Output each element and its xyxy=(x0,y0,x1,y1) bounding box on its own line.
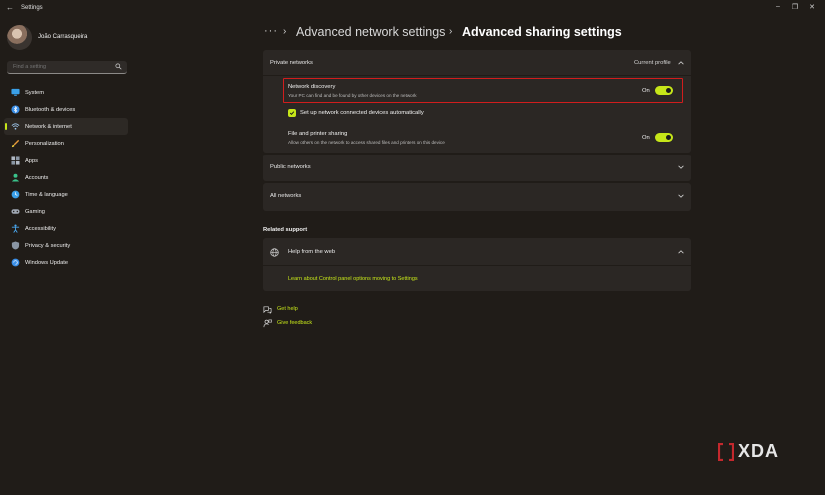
sidebar-item-gaming[interactable]: Gaming xyxy=(4,203,128,220)
sidebar-item-privacy-security[interactable]: Privacy & security xyxy=(4,237,128,254)
wifi-icon xyxy=(11,122,20,131)
search-box[interactable] xyxy=(7,61,127,74)
checkmark-icon xyxy=(289,111,295,116)
sidebar-item-system[interactable]: System xyxy=(4,84,128,101)
sidebar-item-network[interactable]: Network & internet xyxy=(4,118,128,135)
globe-clock-icon xyxy=(11,190,20,199)
sidebar-item-label: Bluetooth & devices xyxy=(25,106,76,113)
auto-setup-checkbox[interactable] xyxy=(288,109,296,117)
avatar[interactable] xyxy=(7,25,32,50)
sidebar-item-accessibility[interactable]: Accessibility xyxy=(4,220,128,237)
all-networks-panel[interactable]: All networks xyxy=(263,183,691,211)
highlight-box xyxy=(283,78,683,103)
chevron-down-icon[interactable] xyxy=(677,163,685,171)
sidebar-item-windows-update[interactable]: Windows Update xyxy=(4,254,128,271)
sidebar-item-label: Personalization xyxy=(25,140,64,147)
bluetooth-icon xyxy=(11,105,20,114)
brush-icon xyxy=(11,139,20,148)
toggle-knob xyxy=(666,135,671,140)
sidebar-item-label: Apps xyxy=(25,157,38,164)
breadcrumb-overflow-button[interactable]: ··· xyxy=(264,25,278,37)
watermark-text: XDA xyxy=(738,441,780,461)
update-icon xyxy=(11,258,20,267)
feedback-icon xyxy=(263,319,272,328)
divider xyxy=(263,265,691,266)
chevron-down-icon[interactable] xyxy=(677,192,685,200)
get-help-link[interactable]: Get help xyxy=(277,306,298,312)
profile-name: João Carrasqueira xyxy=(38,34,88,40)
related-support-heading: Related support xyxy=(263,227,308,233)
gamepad-icon xyxy=(11,207,20,216)
sidebar-item-personalization[interactable]: Personalization xyxy=(4,135,128,152)
sidebar-item-label: Network & internet xyxy=(25,123,72,130)
chevron-right-icon: › xyxy=(283,26,287,37)
xda-logo-icon xyxy=(718,442,734,461)
sidebar-item-bluetooth[interactable]: Bluetooth & devices xyxy=(4,101,128,118)
auto-setup-label: Set up network connected devices automat… xyxy=(300,110,424,116)
section-title: All networks xyxy=(270,193,302,199)
accessibility-icon xyxy=(11,224,20,233)
toggle-state-label: On xyxy=(642,135,650,141)
sidebar-item-label: Time & language xyxy=(25,191,68,198)
page-title: Advanced sharing settings xyxy=(462,25,622,39)
public-networks-panel[interactable]: Public networks xyxy=(263,153,691,181)
sidebar-nav: System Bluetooth & devices Network & int… xyxy=(4,84,128,271)
control-panel-link[interactable]: Learn about Control panel options moving… xyxy=(288,276,418,282)
active-indicator xyxy=(5,123,7,130)
give-feedback-link[interactable]: Give feedback xyxy=(277,320,312,326)
help-icon xyxy=(263,306,272,314)
chevron-up-icon[interactable] xyxy=(677,248,685,256)
sidebar-item-label: Accessibility xyxy=(25,225,56,232)
related-support-panel: Help from the web Learn about Control pa… xyxy=(263,238,691,291)
monitor-icon xyxy=(11,88,20,97)
search-icon[interactable] xyxy=(115,63,122,70)
watermark: XDA xyxy=(718,441,779,462)
close-icon[interactable]: ✕ xyxy=(806,3,818,11)
section-title: Public networks xyxy=(270,164,311,170)
globe-icon xyxy=(270,248,279,257)
file-sharing-description: Allow others on the network to access sh… xyxy=(288,140,445,145)
sidebar-item-time-language[interactable]: Time & language xyxy=(4,186,128,203)
breadcrumb-parent-link[interactable]: Advanced network settings xyxy=(296,25,445,39)
maximize-icon[interactable]: ❐ xyxy=(789,3,801,11)
current-profile-label: Current profile xyxy=(634,60,671,66)
sidebar-item-label: Gaming xyxy=(25,208,45,215)
sidebar-item-label: Privacy & security xyxy=(25,242,71,249)
file-sharing-toggle[interactable] xyxy=(655,133,673,142)
title-bar: ← Settings – ❐ ✕ xyxy=(0,0,825,18)
help-from-web-title[interactable]: Help from the web xyxy=(288,249,335,255)
sidebar-item-label: Windows Update xyxy=(25,259,68,266)
apps-icon xyxy=(11,156,20,165)
back-arrow-icon[interactable]: ← xyxy=(6,3,14,12)
minimize-icon[interactable]: – xyxy=(772,3,784,10)
sidebar-item-label: System xyxy=(25,89,44,96)
chevron-right-icon: › xyxy=(449,26,453,37)
shield-icon xyxy=(11,241,20,250)
person-icon xyxy=(11,173,20,182)
chevron-up-icon[interactable] xyxy=(677,59,685,67)
sidebar-item-accounts[interactable]: Accounts xyxy=(4,169,128,186)
search-input[interactable] xyxy=(13,64,108,70)
divider xyxy=(263,75,691,76)
sidebar-item-label: Accounts xyxy=(25,174,49,181)
file-sharing-title: File and printer sharing xyxy=(288,131,348,137)
sidebar-item-apps[interactable]: Apps xyxy=(4,152,128,169)
window-title: Settings xyxy=(21,5,43,11)
section-title: Private networks xyxy=(270,60,313,66)
